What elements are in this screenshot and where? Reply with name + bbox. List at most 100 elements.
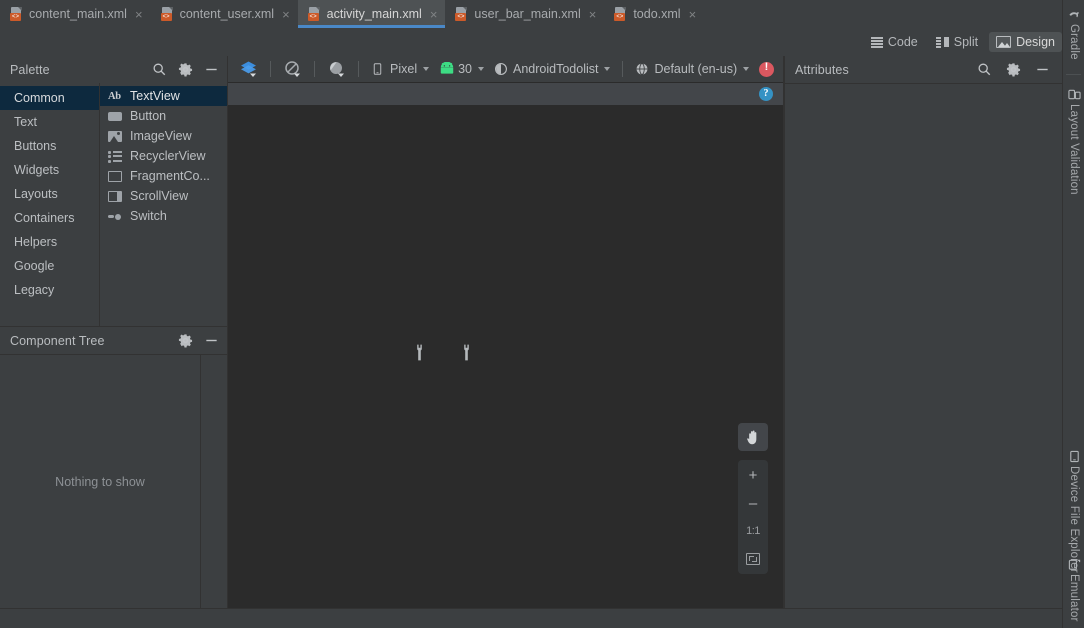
stripe-button-emulator[interactable]: Emulator — [1063, 554, 1084, 622]
palette-item-scrollview[interactable]: ScrollView — [100, 186, 227, 206]
palette-category-layouts[interactable]: Layouts — [0, 182, 99, 206]
xml-file-icon: <> — [160, 7, 174, 21]
palette-item-fragmentcontainerview[interactable]: FragmentCo... — [100, 166, 227, 186]
search-icon[interactable] — [152, 62, 167, 77]
xml-file-icon: <> — [614, 7, 627, 21]
phone-icon — [371, 62, 386, 77]
fragment-container-icon — [108, 170, 123, 183]
tab-split[interactable]: Split — [929, 32, 985, 52]
palette-item-button[interactable]: Button — [100, 106, 227, 126]
palette-category-containers[interactable]: Containers — [0, 206, 99, 230]
zoom-in-button[interactable]: + — [738, 466, 768, 484]
api-level-selector[interactable]: 30 — [434, 60, 489, 79]
close-icon[interactable]: × — [587, 8, 597, 21]
android-icon — [439, 61, 454, 77]
tab-design[interactable]: Design — [989, 32, 1062, 52]
palette-item-recyclerview[interactable]: RecyclerView — [100, 146, 227, 166]
zoom-to-fit-button[interactable] — [738, 550, 768, 568]
palette-category-label: Helpers — [14, 235, 58, 249]
gear-icon[interactable] — [1006, 62, 1021, 77]
component-tree-body[interactable]: Nothing to show — [0, 354, 227, 608]
close-icon[interactable]: × — [687, 8, 697, 21]
design-surface-toolbar: Pixel 30 AndroidTodolist Default (en-us)… — [228, 56, 784, 83]
stripe-button-gradle[interactable]: Gradle — [1063, 4, 1084, 60]
palette-body: Common Text Buttons Widgets Layouts Cont… — [0, 83, 227, 326]
render-placeholder-group — [413, 344, 473, 361]
close-icon[interactable]: × — [280, 8, 290, 21]
attributes-panel: Attributes — [784, 56, 1062, 608]
orientation-and-theme-icon[interactable] — [322, 58, 351, 80]
zoom-controls: + – 1:1 — [738, 423, 768, 574]
minimize-icon[interactable] — [1035, 62, 1050, 77]
close-icon[interactable]: × — [428, 8, 438, 21]
palette-category-common[interactable]: Common — [0, 86, 99, 110]
theme-selector[interactable]: AndroidTodolist — [489, 60, 615, 79]
locale-selector[interactable]: Default (en-us) — [630, 60, 754, 79]
zoom-out-button[interactable]: – — [738, 494, 768, 512]
editor-tab-content-user[interactable]: <> content_user.xml × — [151, 0, 298, 28]
editor-tab-activity-main[interactable]: <> activity_main.xml × — [297, 0, 446, 28]
palette-item-textview[interactable]: Ab TextView — [100, 86, 227, 106]
minimize-icon[interactable] — [204, 333, 219, 348]
stripe-label: Emulator — [1068, 574, 1080, 622]
editor-tab-content-main[interactable]: <> content_main.xml × — [0, 0, 151, 28]
toolbar-separator — [358, 61, 359, 77]
switch-icon — [108, 210, 123, 223]
palette-item-label: ImageView — [130, 129, 192, 143]
editor-mode-bar: Code Split Design — [0, 28, 1070, 57]
palette-item-switch[interactable]: Switch — [100, 206, 227, 226]
palette-category-buttons[interactable]: Buttons — [0, 134, 99, 158]
editor-tab-todo[interactable]: <> todo.xml × — [604, 0, 704, 28]
stripe-divider — [1066, 74, 1081, 75]
gear-icon[interactable] — [178, 62, 193, 77]
stripe-button-layout-validation[interactable]: Layout Validation — [1063, 84, 1084, 195]
palette-category-label: Legacy — [14, 283, 55, 297]
chevron-down-icon — [478, 67, 484, 71]
palette-category-helpers[interactable]: Helpers — [0, 230, 99, 254]
help-icon[interactable]: ? — [759, 87, 773, 101]
stripe-label: Layout Validation — [1068, 104, 1080, 195]
palette-category-label: Layouts — [14, 187, 58, 201]
tab-code-label: Code — [887, 35, 918, 49]
palette-item-label: RecyclerView — [130, 149, 206, 163]
palette-category-text[interactable]: Text — [0, 110, 99, 134]
palette-category-google[interactable]: Google — [0, 254, 99, 278]
theme-label: AndroidTodolist — [513, 62, 599, 76]
tab-code[interactable]: Code — [864, 32, 925, 52]
palette-category-label: Buttons — [14, 139, 57, 153]
editor-tab-user-bar-main[interactable]: <> user_bar_main.xml × — [445, 0, 604, 28]
chevron-down-icon — [743, 67, 750, 71]
palette-item-imageview[interactable]: ImageView — [100, 126, 227, 146]
editor-tab-bar: <> content_main.xml × <> content_user.xm… — [0, 0, 1062, 29]
palette-item-label: FragmentCo... — [130, 169, 210, 183]
design-surface-layers-icon[interactable] — [234, 58, 263, 80]
actual-size-button[interactable]: 1:1 — [738, 522, 768, 540]
search-icon[interactable] — [977, 62, 992, 77]
device-file-explorer-icon — [1068, 450, 1081, 463]
design-canvas[interactable]: + – 1:1 — [228, 106, 784, 608]
palette-title: Palette — [10, 62, 50, 77]
design-surface: Pixel 30 AndroidTodolist Default (en-us)… — [228, 56, 784, 608]
tab-split-label: Split — [953, 35, 979, 49]
wrench-icon — [413, 344, 426, 361]
gradle-elephant-icon — [1068, 8, 1081, 21]
code-lines-icon — [870, 37, 883, 48]
palette-item-label: Button — [130, 109, 167, 123]
palette-category-widgets[interactable]: Widgets — [0, 158, 99, 182]
palette-category-legacy[interactable]: Legacy — [0, 278, 99, 302]
pan-hand-icon[interactable] — [738, 423, 768, 451]
minimize-icon[interactable] — [204, 62, 219, 77]
gear-icon[interactable] — [178, 333, 193, 348]
close-icon[interactable]: × — [133, 8, 143, 21]
xml-file-icon: <> — [10, 7, 23, 21]
editor-tab-label: user_bar_main.xml — [474, 7, 581, 21]
device-selector[interactable]: Pixel — [366, 60, 434, 79]
error-badge-icon[interactable] — [759, 61, 774, 77]
component-tree-content: Nothing to show — [0, 355, 201, 608]
component-tree-panel: Component Tree Nothing to show — [0, 326, 228, 628]
palette-item-label: Switch — [130, 209, 167, 223]
scrollview-icon — [108, 190, 123, 203]
blueprint-mode-icon[interactable] — [278, 58, 307, 80]
locale-label: Default (en-us) — [654, 62, 738, 76]
layout-validation-icon — [1067, 88, 1081, 101]
